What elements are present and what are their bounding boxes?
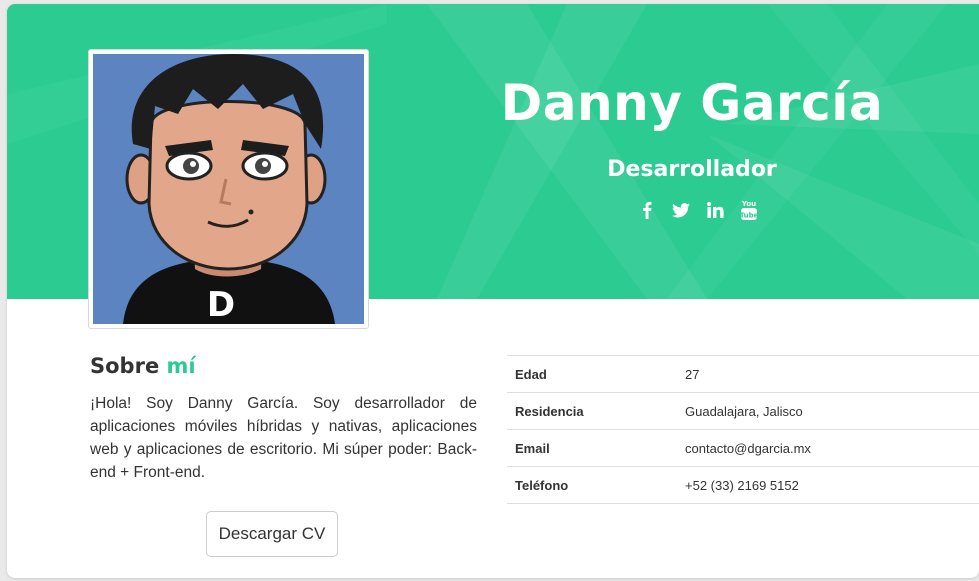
about-description: ¡Hola! Soy Danny García. Soy desarrollad…: [90, 395, 477, 481]
table-row: Residencia Guadalajara, Jalisco: [507, 392, 979, 430]
avatar-illustration: D: [93, 54, 364, 324]
social-links: You Tube: [637, 199, 759, 221]
personal-info-table: Edad 27 Residencia Guadalajara, Jalisco …: [507, 355, 979, 504]
info-value-phone[interactable]: +52 (33) 2169 5152: [677, 467, 979, 504]
info-label-residence: Residencia: [515, 403, 584, 419]
linkedin-icon[interactable]: [705, 199, 725, 221]
info-value-residence: Guadalajara, Jalisco: [685, 403, 803, 419]
facebook-icon[interactable]: [637, 199, 657, 221]
svg-text:You: You: [741, 200, 756, 208]
about-title-prefix: Sobre: [90, 354, 160, 378]
table-row: Email contacto@dgarcia.mx: [507, 429, 979, 467]
info-value-age: 27: [685, 366, 700, 382]
twitter-icon[interactable]: [671, 199, 691, 221]
profile-card: D Danny García Desarrollador You Tube So…: [7, 4, 979, 578]
info-value-email[interactable]: contacto@dgarcia.mx: [677, 430, 979, 467]
info-label-phone: Teléfono: [515, 477, 569, 493]
profile-role: Desarrollador: [607, 157, 777, 182]
download-cv-button[interactable]: Descargar CV: [206, 511, 338, 557]
profile-name: Danny García: [500, 74, 884, 132]
about-title-accent: mí: [166, 354, 196, 378]
svg-text:Tube: Tube: [740, 212, 758, 220]
info-label-age: Edad: [515, 366, 547, 382]
about-title: Sobre mí: [90, 354, 196, 378]
info-label-email: Email: [515, 440, 550, 456]
youtube-icon[interactable]: You Tube: [739, 199, 759, 221]
table-row: Teléfono +52 (33) 2169 5152: [507, 466, 979, 504]
avatar-shirt-letter: D: [207, 285, 235, 324]
avatar: D: [88, 49, 369, 329]
table-row: Edad 27: [507, 355, 979, 393]
